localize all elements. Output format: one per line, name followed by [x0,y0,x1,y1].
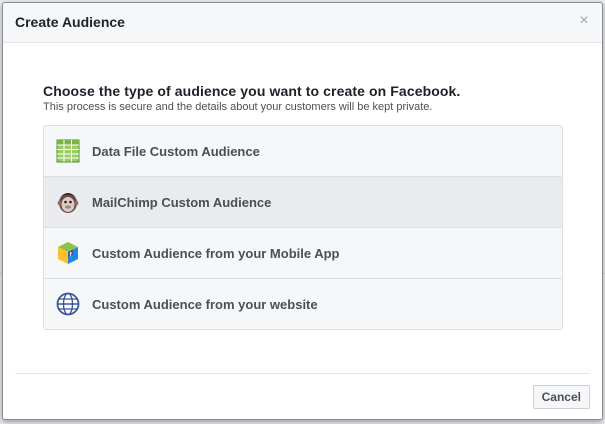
option-website[interactable]: Custom Audience from your website [44,279,562,329]
option-label: MailChimp Custom Audience [92,195,272,210]
audience-type-list: Data File Custom Audience MailChimp Cust… [43,125,563,330]
dialog-header: Create Audience × [3,3,602,43]
mailchimp-icon [56,190,80,214]
option-mobile-app[interactable]: f Custom Audience from your Mobile App [44,228,562,279]
option-label: Custom Audience from your website [92,297,318,312]
dialog-body: Choose the type of audience you want to … [43,83,563,330]
option-label: Custom Audience from your Mobile App [92,246,340,261]
globe-icon [56,292,80,316]
cancel-button[interactable]: Cancel [532,385,590,409]
option-label: Data File Custom Audience [92,144,260,159]
dialog-heading: Choose the type of audience you want to … [43,83,461,99]
spreadsheet-icon [56,139,80,163]
close-icon[interactable]: × [576,13,592,29]
option-mailchimp[interactable]: MailChimp Custom Audience [44,177,562,228]
create-audience-dialog: Create Audience × Choose the type of aud… [2,2,603,420]
dialog-title: Create Audience [15,14,125,30]
option-data-file[interactable]: Data File Custom Audience [44,126,562,177]
mobile-app-cube-icon: f [56,241,80,265]
footer-divider [15,373,590,374]
dialog-subtext: This process is secure and the details a… [43,101,433,113]
